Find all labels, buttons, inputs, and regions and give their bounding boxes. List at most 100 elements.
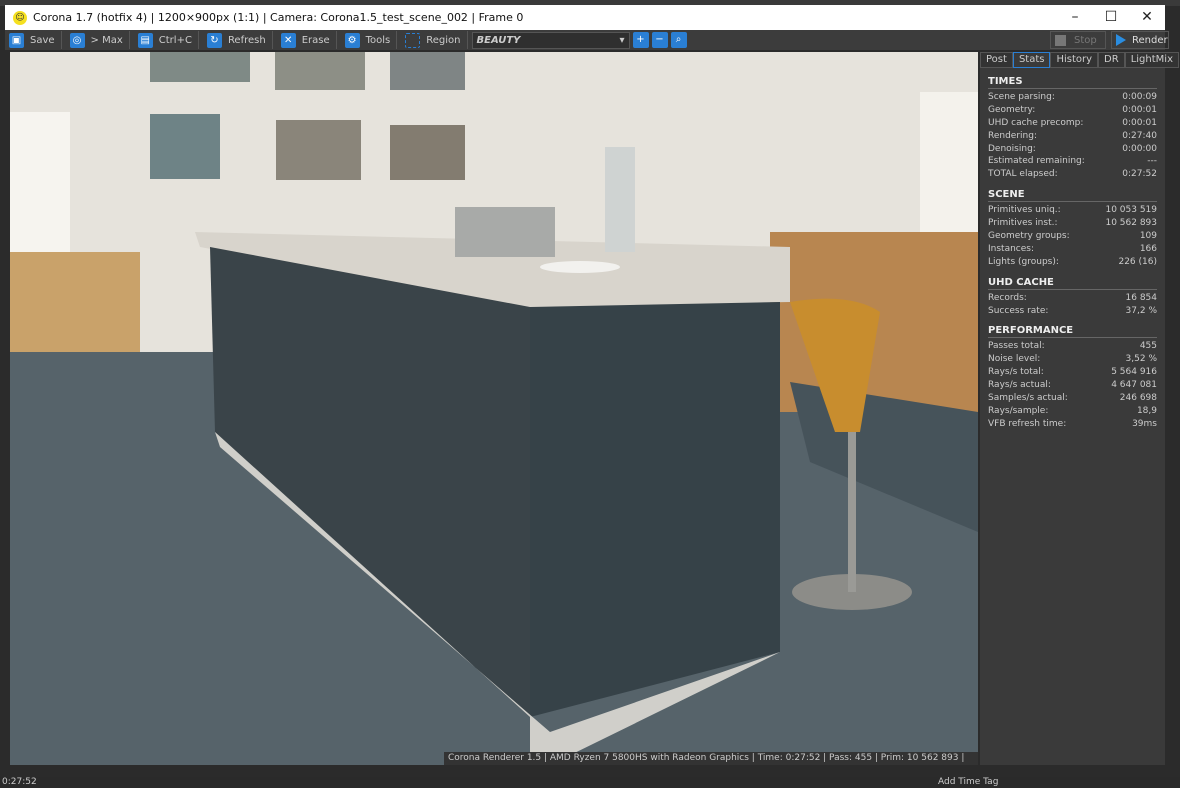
copy-button[interactable]: ▤ Ctrl+C [134, 31, 199, 49]
to-max-button[interactable]: ◎ > Max [66, 31, 130, 49]
stat-label: TOTAL elapsed: [988, 169, 1058, 180]
erase-button[interactable]: ✕ Erase [277, 31, 337, 49]
zoom-in-icon[interactable]: + [632, 32, 649, 48]
stat-value: 246 698 [1119, 393, 1157, 404]
tools-button[interactable]: ⚙ Tools [341, 31, 398, 49]
render-viewport[interactable]: Corona Renderer 1.5 | AMD Ryzen 7 5800HS… [10, 52, 978, 765]
stat-value: 166 [1139, 243, 1157, 254]
region-icon [405, 32, 421, 48]
stat-value: 4 647 081 [1111, 380, 1157, 391]
copy-icon: ▤ [137, 32, 153, 48]
copy-label: Ctrl+C [158, 34, 192, 46]
stat-value: 5 564 916 [1111, 367, 1157, 378]
refresh-button[interactable]: ↻ Refresh [203, 31, 273, 49]
stat-value: 37,2 % [1125, 305, 1157, 316]
gear-icon: ⚙ [344, 32, 360, 48]
stat-value: 455 [1139, 341, 1157, 352]
stat-row: Denoising: 0:00:00 [988, 143, 1157, 156]
host-bottom-bar: 0:27:52 Add Time Tag [0, 777, 1180, 788]
tab-post[interactable]: Post [980, 52, 1013, 68]
stat-label: Passes total: [988, 341, 1045, 352]
stat-row: Geometry: 0:00:01 [988, 104, 1157, 117]
stop-icon [1055, 34, 1066, 46]
stat-label: Primitives inst.: [988, 218, 1058, 229]
channel-value: BEAUTY [476, 34, 521, 46]
rendered-kitchen-image [10, 52, 978, 765]
channel-select[interactable]: BEAUTY ▾ [471, 31, 630, 49]
stat-label: Lights (groups): [988, 256, 1059, 267]
stat-row: Rendering: 0:27:40 [988, 130, 1157, 143]
region-button[interactable]: Region [401, 31, 468, 49]
stat-value: 0:00:00 [1122, 143, 1157, 154]
stat-label: Records: [988, 292, 1027, 303]
stat-label: Rays/s total: [988, 367, 1044, 378]
stat-row: Geometry groups: 109 [988, 230, 1157, 243]
stat-row: Rays/s actual: 4 647 081 [988, 379, 1157, 392]
save-button[interactable]: ▣ Save [5, 31, 62, 49]
erase-icon: ✕ [280, 32, 296, 48]
tools-label: Tools [365, 34, 391, 46]
stat-row: Records: 16 854 [988, 292, 1157, 305]
stat-row: TOTAL elapsed: 0:27:52 [988, 168, 1157, 181]
stat-row: Primitives uniq.: 10 053 519 [988, 204, 1157, 217]
play-icon [1116, 34, 1126, 46]
stat-label: Rendering: [988, 130, 1037, 141]
stat-label: VFB refresh time: [988, 418, 1067, 429]
stop-label: Stop [1074, 34, 1097, 46]
tab-dr[interactable]: DR [1098, 52, 1125, 68]
add-time-tag-button[interactable]: Add Time Tag [938, 777, 998, 787]
section-perf: PERFORMANCE [988, 325, 1157, 339]
stat-row: Rays/sample: 18,9 [988, 405, 1157, 418]
stat-value: 0:00:01 [1122, 104, 1157, 115]
stat-label: Primitives uniq.: [988, 205, 1061, 216]
stat-row: Noise level: 3,52 % [988, 353, 1157, 366]
stat-row: Samples/s actual: 246 698 [988, 392, 1157, 405]
stat-label: Instances: [988, 243, 1035, 254]
window-title: Corona 1.7 (hotfix 4) | 1200×900px (1:1)… [33, 11, 524, 24]
max-label: > Max [90, 34, 123, 46]
stat-row: Passes total: 455 [988, 340, 1157, 353]
minimize-button[interactable]: – [1057, 5, 1093, 30]
stat-row: Rays/s total: 5 564 916 [988, 366, 1157, 379]
tab-history[interactable]: History [1050, 52, 1099, 68]
stat-label: Rays/s actual: [988, 380, 1051, 391]
stat-value: 0:27:52 [1122, 169, 1157, 180]
region-label: Region [426, 34, 461, 46]
stat-value: --- [1147, 156, 1157, 167]
erase-label: Erase [301, 34, 330, 46]
stat-value: 109 [1139, 231, 1157, 242]
stat-row: Estimated remaining: --- [988, 155, 1157, 168]
zoom-fit-icon[interactable]: ⌕ [670, 32, 687, 48]
stat-row: Instances: 166 [988, 243, 1157, 256]
tab-lightmix[interactable]: LightMix [1124, 52, 1179, 68]
stat-label: Samples/s actual: [988, 393, 1068, 404]
title-bar: ☺ Corona 1.7 (hotfix 4) | 1200×900px (1:… [5, 5, 1165, 30]
render-button[interactable]: Render [1111, 31, 1169, 49]
render-info-stamp: Corona Renderer 1.5 | AMD Ryzen 7 5800HS… [444, 752, 978, 765]
max-icon: ◎ [69, 32, 85, 48]
stat-row: Lights (groups): 226 (16) [988, 256, 1157, 269]
section-uhd: UHD CACHE [988, 277, 1157, 290]
stop-button[interactable]: Stop [1050, 31, 1106, 49]
side-panel: Post Stats History DR LightMix TIMES Scen… [980, 52, 1179, 765]
tab-stats[interactable]: Stats [1012, 52, 1051, 68]
stat-value: 3,52 % [1125, 354, 1157, 365]
stat-row: Scene parsing: 0:00:09 [988, 91, 1157, 104]
panel-tabs: Post Stats History DR LightMix [980, 52, 1179, 68]
stat-value: 10 562 893 [1105, 218, 1157, 229]
stat-label: Scene parsing: [988, 92, 1055, 102]
stat-row: UHD cache precomp: 0:00:01 [988, 117, 1157, 130]
toolbar: ▣ Save ◎ > Max ▤ Ctrl+C ↻ Refresh ✕ Erase ⚙ To… [5, 30, 1169, 50]
stat-label: Noise level: [988, 354, 1041, 365]
refresh-icon: ↻ [206, 32, 222, 48]
zoom-out-icon[interactable]: − [651, 32, 668, 48]
stat-label: Success rate: [988, 305, 1049, 316]
close-button[interactable]: ✕ [1129, 5, 1165, 30]
stat-value: 39ms [1132, 418, 1157, 429]
maximize-button[interactable]: ☐ [1093, 5, 1129, 30]
elapsed-time: 0:27:52 [2, 777, 37, 787]
stats-content: TIMES Scene parsing: 0:00:09 Geometry: 0:00:… [980, 76, 1165, 431]
render-label: Render [1132, 34, 1168, 46]
stat-value: 18,9 [1136, 405, 1157, 416]
stat-row: Success rate: 37,2 % [988, 305, 1157, 318]
